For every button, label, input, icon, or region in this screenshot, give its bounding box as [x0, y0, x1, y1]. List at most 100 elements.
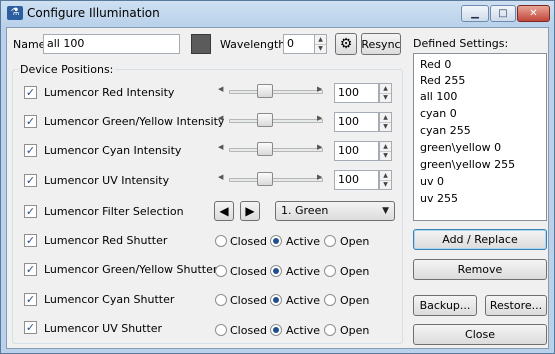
radio-open-label: Open [340, 235, 370, 248]
radio-closed[interactable] [215, 294, 227, 306]
spin-down-icon[interactable]: ▼ [380, 151, 391, 160]
radio-active[interactable] [270, 324, 282, 336]
window-title: Configure Illumination [27, 6, 160, 20]
filter-select-value: 1. Green [281, 204, 329, 217]
defined-settings-label: Defined Settings: [413, 37, 509, 50]
color-swatch-button[interactable] [191, 34, 211, 54]
filter-next-button[interactable]: ▶ [240, 201, 260, 221]
radio-closed[interactable] [215, 324, 227, 336]
title-bar[interactable]: ⚗ Configure Illumination ▁ □ ✕ [1, 1, 554, 26]
configure-illumination-window: ⚗ Configure Illumination ▁ □ ✕ Name: all… [0, 0, 555, 354]
list-item[interactable]: cyan 0 [420, 107, 457, 120]
list-item[interactable]: all 100 [420, 90, 457, 103]
minimize-icon: ▁ [471, 8, 479, 19]
triangle-left-icon: ◀ [219, 204, 229, 218]
intensity-checkbox[interactable]: ✓ [24, 86, 37, 99]
intensity-checkbox[interactable]: ✓ [24, 115, 37, 128]
gear-icon: ⚙ [339, 36, 353, 52]
radio-closed-label: Closed [230, 265, 267, 278]
radio-open[interactable] [324, 265, 336, 277]
intensity-checkbox[interactable]: ✓ [24, 174, 37, 187]
radio-open[interactable] [324, 235, 336, 247]
close-button[interactable]: Close [413, 324, 547, 345]
intensity-slider-thumb[interactable] [257, 113, 273, 127]
slider-left-icon[interactable]: ◀ [218, 114, 223, 122]
list-item[interactable]: green\yellow 0 [420, 141, 501, 154]
filter-label: Lumencor Filter Selection [44, 205, 184, 218]
triangle-right-icon: ▶ [245, 204, 255, 218]
name-input[interactable]: all 100 [43, 34, 180, 54]
intensity-slider-thumb[interactable] [257, 84, 273, 98]
restore-button[interactable]: Restore... [485, 295, 547, 316]
intensity-slider-track[interactable] [229, 178, 323, 182]
add-replace-button[interactable]: Add / Replace [413, 229, 547, 250]
radio-closed-label: Closed [230, 324, 267, 337]
backup-button[interactable]: Backup... [413, 295, 477, 316]
intensity-spinner[interactable]: ▲ ▼ [379, 83, 392, 103]
radio-closed[interactable] [215, 235, 227, 247]
spin-down-icon[interactable]: ▼ [380, 93, 391, 102]
list-item[interactable]: cyan 255 [420, 124, 471, 137]
dialog-client-area: Name: all 100 Wavelength: 0 ▲ ▼ ⚙ Resync… [6, 27, 549, 349]
settings-icon-button[interactable]: ⚙ [335, 33, 357, 55]
intensity-value-input[interactable]: 100 [334, 141, 379, 161]
intensity-value-input[interactable]: 100 [334, 83, 379, 103]
list-item[interactable]: Red 0 [420, 58, 451, 71]
slider-left-icon[interactable]: ◀ [218, 143, 223, 151]
slider-right-icon[interactable]: ▶ [317, 143, 322, 151]
spin-down-icon[interactable]: ▼ [315, 44, 326, 53]
remove-button[interactable]: Remove [413, 259, 547, 280]
filter-select[interactable]: 1. Green ▼ [275, 201, 395, 221]
intensity-value-input[interactable]: 100 [334, 112, 379, 132]
app-icon: ⚗ [7, 6, 23, 20]
intensity-label: Lumencor UV Intensity [44, 174, 170, 187]
shutter-checkbox[interactable]: ✓ [24, 293, 37, 306]
radio-active[interactable] [270, 294, 282, 306]
spin-down-icon[interactable]: ▼ [380, 180, 391, 189]
radio-closed[interactable] [215, 265, 227, 277]
intensity-value-input[interactable]: 100 [334, 170, 379, 190]
resync-button[interactable]: Resync [361, 33, 401, 55]
intensity-slider-track[interactable] [229, 119, 323, 123]
list-item[interactable]: uv 0 [420, 175, 444, 188]
list-item[interactable]: uv 255 [420, 192, 458, 205]
intensity-checkbox[interactable]: ✓ [24, 144, 37, 157]
slider-left-icon[interactable]: ◀ [218, 85, 223, 93]
radio-open-label: Open [340, 265, 370, 278]
intensity-slider-thumb[interactable] [257, 142, 273, 156]
intensity-slider-track[interactable] [229, 148, 323, 152]
radio-active-label: Active [286, 324, 321, 337]
defined-settings-list[interactable]: Red 0 Red 255 all 100 cyan 0 cyan 255 gr… [413, 53, 547, 221]
radio-open[interactable] [324, 294, 336, 306]
radio-active[interactable] [270, 265, 282, 277]
spin-down-icon[interactable]: ▼ [380, 122, 391, 131]
filter-prev-button[interactable]: ◀ [214, 201, 234, 221]
wavelength-input[interactable]: 0 [283, 34, 315, 54]
chevron-down-icon: ▼ [382, 206, 389, 216]
minimize-button[interactable]: ▁ [461, 5, 489, 22]
list-item[interactable]: Red 255 [420, 74, 465, 87]
shutter-checkbox[interactable]: ✓ [24, 263, 37, 276]
list-item[interactable]: green\yellow 255 [420, 158, 515, 171]
filter-checkbox[interactable]: ✓ [24, 205, 37, 218]
radio-open-label: Open [340, 294, 370, 307]
intensity-spinner[interactable]: ▲ ▼ [379, 112, 392, 132]
slider-right-icon[interactable]: ▶ [317, 173, 322, 181]
radio-active[interactable] [270, 235, 282, 247]
wavelength-spinner[interactable]: ▲ ▼ [314, 34, 327, 54]
slider-left-icon[interactable]: ◀ [218, 173, 223, 181]
slider-right-icon[interactable]: ▶ [317, 85, 322, 93]
slider-right-icon[interactable]: ▶ [317, 114, 322, 122]
intensity-spinner[interactable]: ▲ ▼ [379, 170, 392, 190]
radio-open[interactable] [324, 324, 336, 336]
radio-active-label: Active [286, 294, 321, 307]
intensity-slider-thumb[interactable] [257, 172, 273, 186]
shutter-checkbox[interactable]: ✓ [24, 234, 37, 247]
intensity-spinner[interactable]: ▲ ▼ [379, 141, 392, 161]
maximize-button[interactable]: □ [490, 5, 516, 22]
shutter-label: Lumencor UV Shutter [44, 322, 163, 335]
radio-open-label: Open [340, 324, 370, 337]
shutter-checkbox[interactable]: ✓ [24, 321, 37, 334]
close-window-button[interactable]: ✕ [517, 5, 550, 22]
intensity-slider-track[interactable] [229, 90, 323, 94]
